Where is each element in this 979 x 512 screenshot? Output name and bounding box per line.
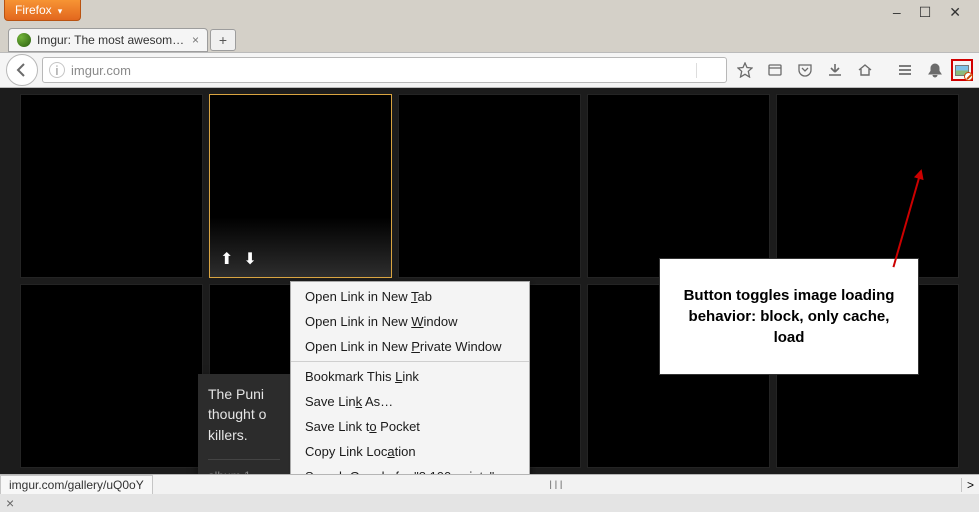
gallery-thumb[interactable]: [587, 94, 770, 278]
scrollbar-grip-icon[interactable]: III: [153, 478, 961, 492]
annotation-callout: Button toggles image loading behavior: b…: [659, 258, 919, 375]
downloads-button[interactable]: [821, 56, 849, 84]
scroll-right-button[interactable]: >: [961, 478, 979, 492]
window-titlebar: Firefox – ☐ ✕: [0, 0, 979, 24]
library-icon: [767, 62, 783, 78]
navigation-toolbar: i: [0, 52, 979, 88]
caption-meta: album 1: [208, 459, 280, 474]
window-close-button[interactable]: ✕: [949, 4, 961, 21]
window-maximize-button[interactable]: ☐: [919, 4, 932, 21]
context-menu-item[interactable]: Open Link in New Private Window: [291, 334, 529, 359]
gallery-thumb[interactable]: [776, 94, 959, 278]
context-menu-item[interactable]: Copy Link Location: [291, 439, 529, 464]
thumb-caption-popup: The Puni thought o killers. album 1: [198, 374, 290, 474]
tab-strip: Imgur: The most awesome im… × +: [0, 24, 979, 52]
browser-tab[interactable]: Imgur: The most awesome im… ×: [8, 28, 208, 52]
home-icon: [857, 62, 873, 78]
star-icon: [737, 62, 753, 78]
window-minimize-button[interactable]: –: [893, 4, 901, 21]
gallery-thumb[interactable]: [20, 284, 203, 468]
pocket-button[interactable]: [791, 56, 819, 84]
back-button[interactable]: [6, 54, 38, 86]
status-bar: imgur.com/gallery/uQ0oY III >: [0, 474, 979, 494]
firefox-menu-button[interactable]: Firefox: [4, 0, 81, 21]
reload-button[interactable]: [696, 63, 720, 78]
downvote-icon[interactable]: ⬇: [243, 249, 256, 269]
notifications-button[interactable]: [921, 56, 949, 84]
status-link-text: imgur.com/gallery/uQ0oY: [0, 475, 153, 495]
context-menu-item[interactable]: Save Link As…: [291, 389, 529, 414]
context-menu-item[interactable]: Bookmark This Link: [291, 364, 529, 389]
context-menu-item[interactable]: Open Link in New Window: [291, 309, 529, 334]
addon-bar: ×: [0, 494, 979, 512]
gallery-thumb[interactable]: [398, 94, 581, 278]
addon-bar-close-button[interactable]: ×: [0, 495, 20, 511]
bell-icon: [927, 62, 943, 78]
upvote-icon[interactable]: ⬆: [220, 249, 233, 269]
context-menu-item[interactable]: Save Link to Pocket: [291, 414, 529, 439]
library-button[interactable]: [761, 56, 789, 84]
reload-icon: [705, 63, 720, 78]
context-menu-item[interactable]: Search Google for "8,100 points": [291, 464, 529, 474]
tab-close-button[interactable]: ×: [192, 33, 199, 47]
home-button[interactable]: [851, 56, 879, 84]
caption-line: killers.: [208, 425, 280, 445]
gallery-thumb-active[interactable]: ⬆ ⬇: [209, 94, 392, 278]
caption-line: thought o: [208, 404, 280, 424]
bookmark-star-button[interactable]: [731, 56, 759, 84]
menu-icon: [897, 62, 913, 78]
url-input[interactable]: [71, 63, 690, 78]
context-menu-item[interactable]: Open Link in New Tab: [291, 284, 529, 309]
hamburger-menu-button[interactable]: [891, 56, 919, 84]
tab-title: Imgur: The most awesome im…: [37, 33, 186, 47]
caption-line: The Puni: [208, 384, 280, 404]
pocket-icon: [797, 62, 813, 78]
image-loading-toggle-button[interactable]: [951, 59, 973, 81]
back-icon: [14, 62, 30, 78]
new-tab-button[interactable]: +: [210, 29, 236, 51]
gallery-thumb[interactable]: [20, 94, 203, 278]
block-badge-icon: [964, 72, 973, 81]
imgur-favicon-icon: [17, 33, 31, 47]
page-content: ⬆ ⬇ The Puni thought o killers. album 1 …: [0, 88, 979, 474]
site-info-icon[interactable]: i: [49, 62, 65, 78]
url-bar[interactable]: i: [42, 57, 727, 83]
context-menu[interactable]: Open Link in New TabOpen Link in New Win…: [290, 281, 530, 474]
download-icon: [827, 62, 843, 78]
